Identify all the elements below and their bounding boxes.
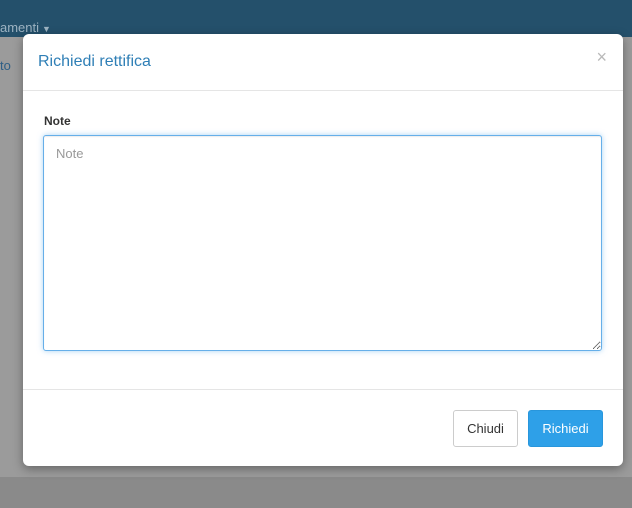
modal-title: Richiedi rettifica xyxy=(38,53,151,70)
background-nav-label: amenti xyxy=(0,20,40,35)
background-navbar xyxy=(0,0,632,37)
background-side-text: to xyxy=(0,58,11,73)
close-icon[interactable]: × xyxy=(596,48,607,66)
modal-body: Note xyxy=(23,91,623,389)
modal-footer: Chiudi Richiedi xyxy=(23,389,623,467)
note-label: Note xyxy=(44,114,71,128)
request-button[interactable]: Richiedi xyxy=(528,410,603,447)
modal-header: Richiedi rettifica × xyxy=(23,34,623,91)
background-nav-item: amenti ▼ xyxy=(0,20,51,35)
close-button[interactable]: Chiudi xyxy=(453,410,518,447)
note-textarea[interactable] xyxy=(43,135,602,351)
request-correction-modal: Richiedi rettifica × Note Chiudi Richied… xyxy=(23,34,623,466)
chevron-down-icon: ▼ xyxy=(42,24,51,34)
